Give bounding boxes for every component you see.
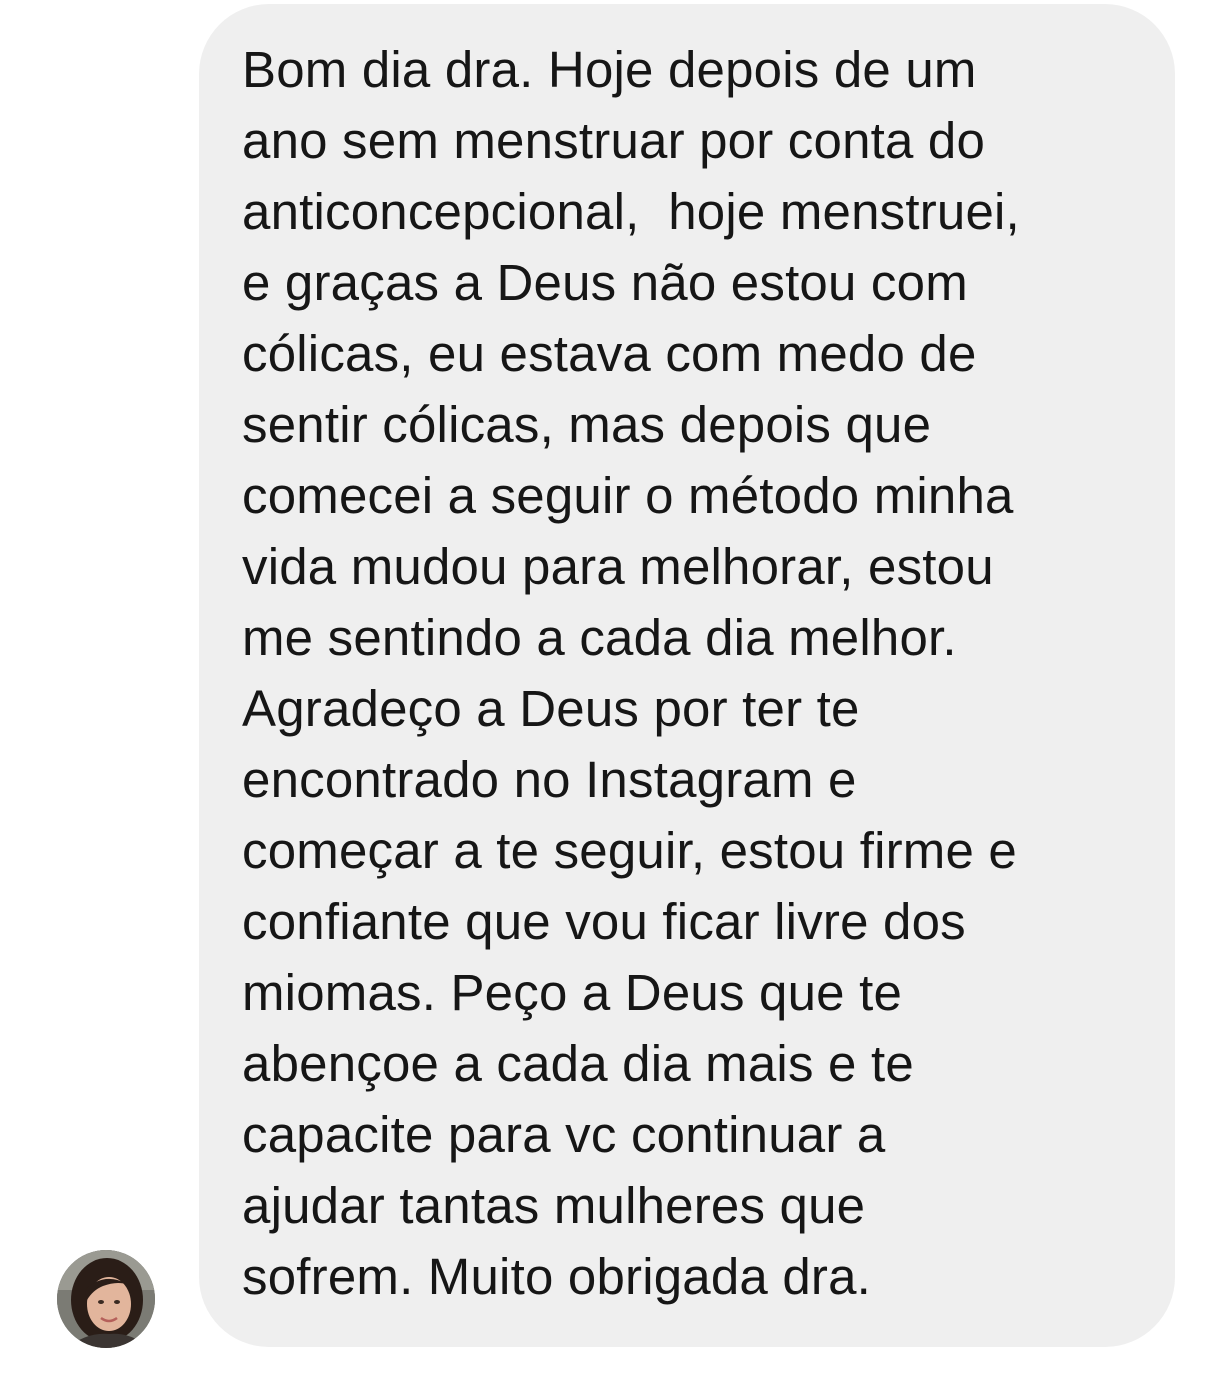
- chat-message-row: Bom dia dra. Hoje depois de um ano sem m…: [0, 0, 1206, 1377]
- message-line: Bom dia dra. Hoje depois de um: [242, 41, 977, 98]
- message-line: encontrado no Instagram e: [242, 751, 857, 808]
- sender-avatar[interactable]: [57, 1250, 155, 1348]
- message-bubble[interactable]: Bom dia dra. Hoje depois de um ano sem m…: [199, 4, 1175, 1347]
- message-line: e graças a Deus não estou com: [242, 254, 968, 311]
- message-line: começar a te seguir, estou firme e: [242, 822, 1017, 879]
- message-line: sofrem. Muito obrigada dra.: [242, 1248, 872, 1305]
- message-line: anticoncepcional, hoje menstruei,: [242, 183, 1020, 240]
- avatar-photo-icon: [57, 1250, 155, 1348]
- message-line: abençoe a cada dia mais e te: [242, 1035, 914, 1092]
- message-line: Agradeço a Deus por ter te: [242, 680, 860, 737]
- message-line: miomas. Peço a Deus que te: [242, 964, 903, 1021]
- message-line: ano sem menstruar por conta do: [242, 112, 986, 169]
- message-line: ajudar tantas mulheres que: [242, 1177, 866, 1234]
- message-line: me sentindo a cada dia melhor.: [242, 609, 957, 666]
- message-line: cólicas, eu estava com medo de: [242, 325, 977, 382]
- message-line: comecei a seguir o método minha: [242, 467, 1014, 524]
- message-line: confiante que vou ficar livre dos: [242, 893, 966, 950]
- message-line: capacite para vc continuar a: [242, 1106, 886, 1163]
- message-line: vida mudou para melhorar, estou: [242, 538, 994, 595]
- message-line: sentir cólicas, mas depois que: [242, 396, 932, 453]
